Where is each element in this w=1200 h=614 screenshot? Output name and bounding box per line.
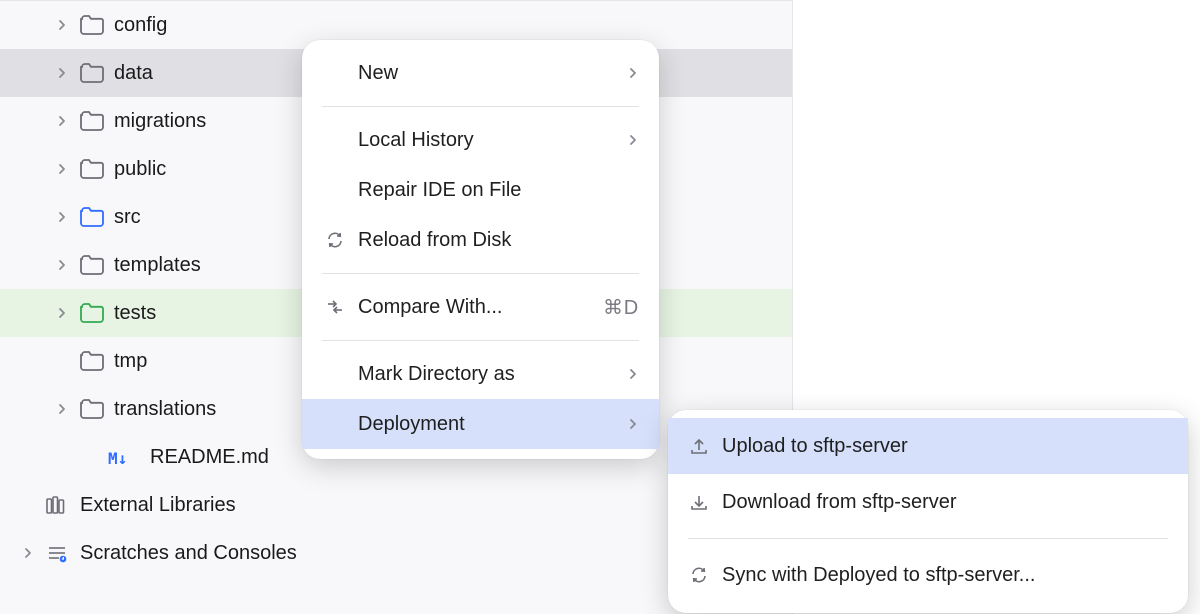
chevron-right-icon[interactable]	[54, 161, 70, 177]
folder-icon	[80, 159, 104, 179]
tree-label: Scratches and Consoles	[80, 542, 297, 565]
deployment-submenu: Upload to sftp-server Download from sftp-…	[668, 410, 1188, 613]
chevron-right-icon[interactable]	[54, 209, 70, 225]
tree-label: translations	[114, 398, 216, 421]
chevron-right-icon[interactable]	[54, 305, 70, 321]
menu-item-compare-with[interactable]: Compare With... ⌘D	[302, 282, 659, 332]
menu-separator	[322, 273, 639, 274]
shortcut-text: ⌘D	[603, 295, 639, 320]
chevron-right-icon[interactable]	[54, 353, 70, 369]
folder-icon	[80, 111, 104, 131]
chevron-right-icon[interactable]	[54, 257, 70, 273]
context-menu: New Local History Repair IDE on File Reload…	[302, 40, 659, 459]
chevron-right-icon[interactable]	[20, 545, 36, 561]
menu-separator	[322, 340, 639, 341]
menu-shortcut: ⌘D	[603, 295, 639, 320]
menu-item-upload-to-sftp-server[interactable]: Upload to sftp-server	[668, 418, 1188, 474]
chevron-right-icon[interactable]	[54, 17, 70, 33]
menu-label: Deployment	[358, 413, 617, 436]
menu-label: Sync with Deployed to sftp-server...	[722, 564, 1156, 587]
chevron-right-icon	[627, 134, 639, 146]
download-icon	[686, 491, 712, 513]
menu-item-repair-ide-on-file[interactable]: Repair IDE on File	[302, 165, 659, 215]
libraries-icon	[46, 495, 70, 515]
folder-icon	[80, 63, 104, 83]
chevron-right-icon[interactable]	[82, 449, 98, 465]
tree-label: External Libraries	[80, 494, 236, 517]
markdown-icon: M↓	[108, 447, 140, 467]
tree-label: tmp	[114, 350, 147, 373]
menu-item-sync-with-deployed-to-sftp-server[interactable]: Sync with Deployed to sftp-server...	[668, 547, 1188, 603]
chevron-right-icon[interactable]	[54, 65, 70, 81]
folder-icon	[80, 15, 104, 35]
tree-label: README.md	[150, 446, 269, 469]
compare-icon	[322, 296, 348, 318]
menu-item-download-from-sftp-server[interactable]: Download from sftp-server	[668, 474, 1188, 530]
tree-label: src	[114, 206, 141, 229]
tree-label: data	[114, 62, 153, 85]
chevron-right-icon	[627, 368, 639, 380]
menu-label: Download from sftp-server	[722, 491, 1156, 514]
menu-label: Repair IDE on File	[358, 179, 629, 202]
menu-item-new[interactable]: New	[302, 48, 659, 98]
reload-icon	[322, 229, 348, 251]
menu-item-reload-from-disk[interactable]: Reload from Disk	[302, 215, 659, 265]
menu-label: New	[358, 62, 617, 85]
chevron-right-icon	[627, 67, 639, 79]
menu-label: Local History	[358, 129, 617, 152]
menu-item-mark-directory-as[interactable]: Mark Directory as	[302, 349, 659, 399]
menu-label: Upload to sftp-server	[722, 435, 1156, 458]
tree-label: tests	[114, 302, 156, 325]
tree-label: public	[114, 158, 166, 181]
folder-icon	[80, 303, 104, 323]
upload-icon	[686, 435, 712, 457]
menu-label: Reload from Disk	[358, 229, 629, 252]
folder-icon	[80, 399, 104, 419]
menu-label: Compare With...	[358, 296, 593, 319]
tree-label: config	[114, 14, 167, 37]
chevron-right-icon	[627, 418, 639, 430]
tree-label: templates	[114, 254, 201, 277]
menu-item-deployment[interactable]: Deployment	[302, 399, 659, 449]
chevron-right-icon[interactable]	[20, 497, 36, 513]
folder-icon	[80, 351, 104, 371]
scratches-icon	[46, 543, 70, 563]
chevron-right-icon[interactable]	[54, 113, 70, 129]
chevron-right-icon[interactable]	[54, 401, 70, 417]
menu-label: Mark Directory as	[358, 363, 617, 386]
folder-icon	[80, 207, 104, 227]
tree-label: migrations	[114, 110, 206, 133]
menu-separator	[322, 106, 639, 107]
folder-icon	[80, 255, 104, 275]
reload-icon	[686, 564, 712, 586]
menu-item-local-history[interactable]: Local History	[302, 115, 659, 165]
menu-separator	[688, 538, 1168, 539]
